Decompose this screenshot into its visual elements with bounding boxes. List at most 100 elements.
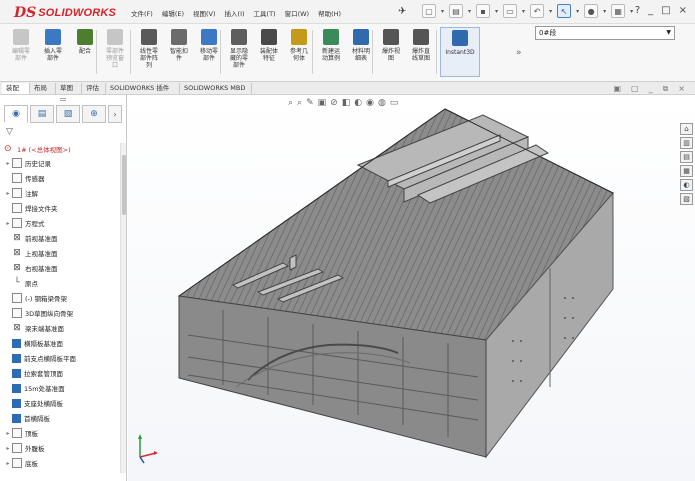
viewport-control-3[interactable]: ⧉ (663, 84, 669, 94)
chevron-down-icon[interactable]: ▾ (468, 8, 471, 15)
expand-icon[interactable]: ▸ (4, 430, 12, 437)
chevron-down-icon[interactable]: ▾ (441, 8, 444, 15)
viewport-control-1[interactable]: ▢ (631, 84, 639, 94)
tree-item[interactable]: ▸ 底板 (4, 457, 38, 469)
solidworks-logo[interactable]: DS SOLIDWORKS (14, 5, 116, 21)
tree-item[interactable]: (-) 钢箱梁骨架 (4, 292, 67, 304)
ribbon-button-5[interactable]: 智能扣 件 (164, 27, 194, 77)
help-icon[interactable]: ? (635, 5, 640, 16)
tree-scrollbar[interactable] (120, 143, 126, 473)
chevron-down-icon[interactable]: ▾ (522, 8, 525, 15)
dimxpert-tab[interactable]: ⊕ (82, 105, 106, 123)
print-icon[interactable]: ▭ (503, 4, 518, 18)
new-icon[interactable]: ▢ (422, 4, 436, 18)
pin-icon[interactable]: ✈ (398, 6, 406, 17)
undo-icon[interactable]: ↶ (530, 4, 545, 18)
menu-item-1[interactable]: 编辑(E) (162, 8, 184, 18)
tree-item[interactable]: 焊接文件夹 (4, 202, 58, 214)
tree-item[interactable]: ▸ 历史记录 (4, 157, 51, 169)
open-icon[interactable]: ▤ (449, 4, 464, 18)
scrollbar-thumb[interactable] (122, 155, 126, 215)
property-manager-tab[interactable]: ▤ (30, 105, 54, 123)
save-icon[interactable]: ▪ (476, 4, 491, 18)
tab-3[interactable]: 评估 (82, 83, 106, 94)
chevron-down-icon[interactable]: ▾ (549, 8, 552, 15)
menu-item-3[interactable]: 插入(I) (225, 8, 245, 18)
menu-item-0[interactable]: 文件(F) (131, 8, 153, 18)
configuration-manager-tab[interactable]: ▧ (56, 105, 80, 123)
ribbon-divider (220, 30, 221, 74)
tree-item[interactable]: ▸ 外腹板 (4, 442, 45, 454)
tree-item[interactable]: ▸ 注解 (4, 187, 38, 199)
close-button[interactable]: × (679, 5, 687, 16)
tree-item[interactable]: 3D草图纵向骨架 (4, 307, 73, 319)
ribbon-more-button[interactable]: » (516, 48, 522, 58)
tree-item-label: 梁末端基准面 (25, 325, 64, 333)
ribbon-button-9[interactable]: 参考几 何体 (284, 27, 314, 77)
ribbon-button-10[interactable]: 新建运 动算例 (316, 27, 346, 77)
viewport-control-4[interactable]: × (678, 84, 685, 94)
panel-resize-handle[interactable] (60, 98, 66, 101)
feature-tree-tab[interactable]: ◉ (4, 105, 28, 123)
expand-icon[interactable]: ▸ (4, 220, 12, 227)
tab-1[interactable]: 布局 (30, 83, 56, 94)
tab-2[interactable]: 草图 (56, 83, 82, 94)
tree-item[interactable]: ⊠ 梁末端基准面 (4, 322, 64, 334)
ribbon-button-14[interactable]: Instant3D (440, 27, 480, 77)
tree-root[interactable]: ⊙ 1# (<总体视图>) (4, 143, 71, 155)
tree-item[interactable]: 拉索套管顶面 (4, 367, 63, 379)
ribbon-button-8[interactable]: 装配体 特征 (254, 27, 284, 77)
ribbon-button-3[interactable]: 零部件 预览窗 口 (100, 27, 130, 77)
expand-icon[interactable]: ▸ (4, 460, 12, 467)
tree-item[interactable]: 首横隔板 (4, 412, 50, 424)
tree-item[interactable]: ⊠ 上视基准面 (4, 247, 57, 259)
menu-item-5[interactable]: 窗口(W) (285, 8, 310, 18)
minimize-button[interactable]: _ (648, 5, 653, 16)
viewport-control-0[interactable]: ▣ (613, 84, 621, 94)
tree-item[interactable]: ⊠ 前视基准面 (4, 232, 58, 244)
dimxpert-icon: ⊕ (90, 109, 98, 119)
ribbon-button-7[interactable]: 显示隐 藏的零 部件 (224, 27, 254, 77)
tab-5[interactable]: SOLIDWORKS MBD (180, 83, 252, 94)
tab-scroll-right-button[interactable]: › (108, 105, 122, 123)
menu-item-2[interactable]: 视图(V) (193, 8, 216, 18)
tree-item-label: 前视基准面 (25, 235, 58, 243)
viewport-control-2[interactable]: _ (649, 84, 653, 94)
graphics-area[interactable]: ⌕ ⌕ ✎ ▣ ⊘ ◧ ◐ ◉ ◍ ▭ ⌂ ▥ ▤ ▦ ◐ ▧ (128, 95, 695, 481)
ribbon-tool-icon (452, 30, 468, 46)
tree-item[interactable]: └ 原点 (4, 277, 38, 289)
ribbon-button-0[interactable]: 编辑零 部件 (6, 27, 36, 77)
ribbon-button-1[interactable]: 插入零 部件 (38, 27, 68, 77)
tree-item[interactable]: 横隔板基准面 (4, 337, 63, 349)
chevron-down-icon[interactable]: ▾ (630, 8, 633, 15)
tab-0[interactable]: 装配体 (2, 83, 30, 103)
chevron-down-icon[interactable]: ▾ (603, 8, 606, 15)
chevron-down-icon[interactable]: ▾ (576, 8, 579, 15)
tree-item[interactable]: 传感器 (4, 172, 45, 184)
chevron-down-icon[interactable]: ▾ (495, 8, 498, 15)
tab-4[interactable]: SOLIDWORKS 插件 (106, 83, 180, 94)
filter-icon[interactable]: ▽ (6, 127, 13, 137)
menu-item-6[interactable]: 帮助(H) (318, 8, 341, 18)
expand-icon[interactable]: ▸ (4, 160, 12, 167)
ribbon-tool-icon (77, 29, 93, 45)
ribbon-button-4[interactable]: 线性零 部件阵 列 (134, 27, 164, 77)
rebuild-icon[interactable]: ● (584, 4, 599, 18)
ribbon-button-12[interactable]: 爆炸视 图 (376, 27, 406, 77)
menu-item-4[interactable]: 工具(T) (254, 8, 276, 18)
tree-item[interactable]: 支座处横隔板 (4, 397, 63, 409)
tree-item[interactable]: ▸ 顶板 (4, 427, 38, 439)
expand-icon[interactable]: ▸ (4, 190, 12, 197)
steel-box-girder-model[interactable] (128, 95, 695, 481)
property-manager-icon: ▤ (37, 109, 47, 119)
tree-item[interactable]: 前支点横隔板平面 (4, 352, 76, 364)
select-icon[interactable]: ↖ (557, 4, 572, 18)
tree-item[interactable]: 15m处基准面 (4, 382, 65, 394)
restore-button[interactable]: □ (661, 5, 670, 16)
configuration-select[interactable]: 0#段 ▼ (535, 26, 675, 40)
expand-icon[interactable]: ▸ (4, 445, 12, 452)
tree-item[interactable]: ⊠ 右视基准面 (4, 262, 57, 274)
tree-item[interactable]: ▸ 方程式 (4, 217, 45, 229)
ribbon-button-13[interactable]: 爆炸直 线草图 (406, 27, 436, 77)
options-icon[interactable]: ▦ (611, 4, 626, 18)
